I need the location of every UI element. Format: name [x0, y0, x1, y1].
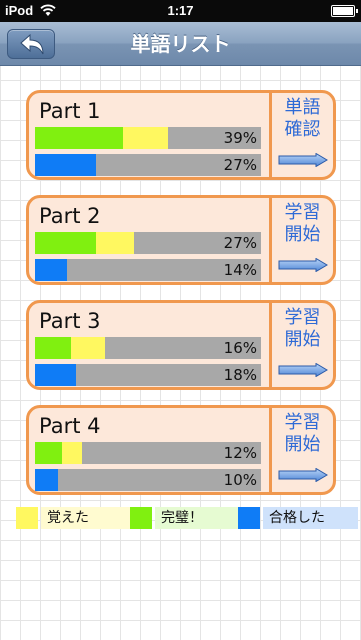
- legend-item: 覚えた: [16, 507, 131, 529]
- action-label: 学習 開始: [272, 412, 333, 456]
- action-label: 学習 開始: [272, 202, 333, 246]
- perfect-segment: [35, 232, 97, 254]
- back-arrow-icon: [20, 34, 44, 55]
- action-label-line1: 単語: [284, 97, 321, 118]
- learned-percent: 12%: [223, 444, 257, 462]
- part-action-button[interactable]: 学習 開始: [272, 303, 333, 387]
- forward-arrow-icon: [278, 153, 328, 167]
- perfect-segment: [35, 337, 72, 359]
- learned-percent: 27%: [223, 234, 257, 252]
- action-label-line1: 学習: [284, 202, 321, 223]
- legend-item: 完璧！: [130, 507, 240, 529]
- legend-label: 合格した: [263, 507, 358, 529]
- learned-progress-bar: 39%: [35, 127, 261, 149]
- legend-swatch: [16, 507, 38, 529]
- action-label: 学習 開始: [272, 307, 333, 351]
- part-title: Part 1: [39, 99, 101, 123]
- learned-segment: [62, 442, 83, 464]
- pass-progress-bar: 18%: [35, 364, 261, 386]
- part-card[interactable]: Part 4 12% 10% 学習 開始: [26, 405, 336, 495]
- battery-icon: [331, 5, 358, 17]
- legend-swatch: [130, 507, 152, 529]
- passed-segment: [35, 154, 97, 176]
- navigation-bar: 単語リスト: [0, 22, 361, 66]
- pass-percent: 18%: [223, 366, 257, 384]
- legend-swatch: [238, 507, 260, 529]
- action-label-line1: 学習: [284, 412, 321, 433]
- learned-progress-bar: 16%: [35, 337, 261, 359]
- learned-segment: [96, 232, 135, 254]
- learned-segment: [71, 337, 106, 359]
- part-action-button[interactable]: 学習 開始: [272, 408, 333, 492]
- part-card[interactable]: Part 3 16% 18% 学習 開始: [26, 300, 336, 390]
- status-time: 1:17: [167, 3, 194, 18]
- part-title: Part 2: [39, 204, 101, 228]
- perfect-segment: [35, 442, 63, 464]
- legend-label: 覚えた: [41, 507, 131, 529]
- learned-percent: 16%: [223, 339, 257, 357]
- action-label-line1: 学習: [284, 307, 321, 328]
- part-title: Part 4: [39, 414, 101, 438]
- action-label-line2: 開始: [284, 224, 321, 245]
- status-bar: iPod 1:17: [0, 0, 361, 22]
- forward-arrow-icon: [278, 363, 328, 377]
- legend-label: 完璧！: [155, 507, 240, 529]
- pass-percent: 14%: [223, 261, 257, 279]
- part-card[interactable]: Part 1 39% 27% 単語 確認: [26, 90, 336, 180]
- part-action-button[interactable]: 学習 開始: [272, 198, 333, 282]
- passed-segment: [35, 259, 67, 281]
- part-title: Part 3: [39, 309, 101, 333]
- back-button[interactable]: [7, 29, 55, 59]
- learned-segment: [123, 127, 169, 149]
- learned-progress-bar: 27%: [35, 232, 261, 254]
- part-card[interactable]: Part 2 27% 14% 学習 開始: [26, 195, 336, 285]
- pass-progress-bar: 10%: [35, 469, 261, 491]
- learned-progress-bar: 12%: [35, 442, 261, 464]
- forward-arrow-icon: [278, 468, 328, 482]
- pass-progress-bar: 14%: [35, 259, 261, 281]
- legend-item: 合格した: [238, 507, 358, 529]
- learned-percent: 39%: [223, 129, 257, 147]
- pass-percent: 10%: [223, 471, 257, 489]
- part-action-button[interactable]: 単語 確認: [272, 93, 333, 177]
- pass-percent: 27%: [223, 156, 257, 174]
- forward-arrow-icon: [278, 258, 328, 272]
- action-label-line2: 確認: [284, 119, 321, 140]
- action-label: 単語 確認: [272, 97, 333, 141]
- passed-segment: [35, 364, 76, 386]
- action-label-line2: 開始: [284, 434, 321, 455]
- pass-progress-bar: 27%: [35, 154, 261, 176]
- perfect-segment: [35, 127, 124, 149]
- passed-segment: [35, 469, 58, 491]
- action-label-line2: 開始: [284, 329, 321, 350]
